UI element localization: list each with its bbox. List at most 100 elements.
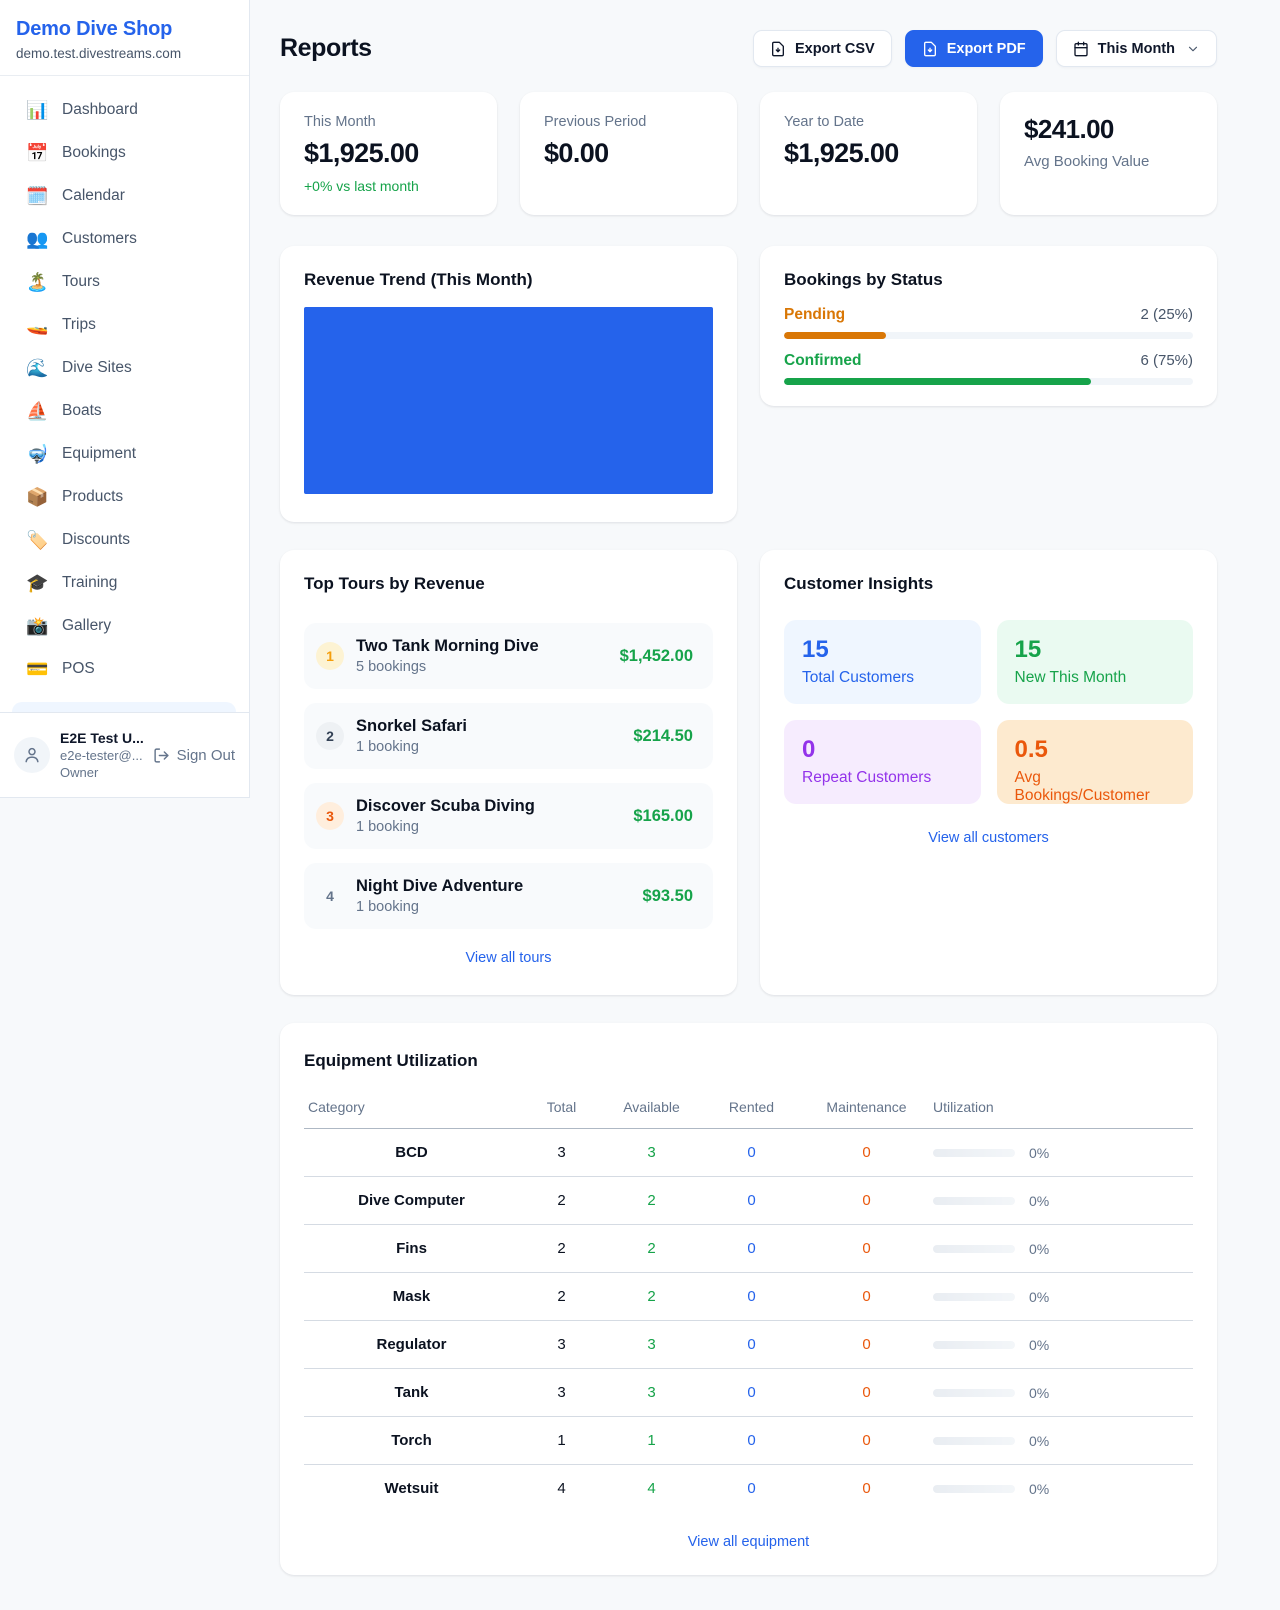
stat-delta: +0% vs last month bbox=[304, 178, 473, 194]
sidebar-item-gallery[interactable]: 📸 Gallery bbox=[0, 604, 249, 647]
sailboat-icon: ⛵ bbox=[26, 402, 48, 420]
stat-label: Avg Booking Value bbox=[1024, 153, 1193, 170]
table-row: Dive Computer 2 2 0 0 0% bbox=[304, 1177, 1193, 1225]
cell-total: 3 bbox=[519, 1129, 604, 1177]
sidebar-item-label: Customers bbox=[62, 230, 137, 248]
cell-maintenance: 0 bbox=[804, 1273, 929, 1321]
equipment-table: Category Total Available Rented Maintena… bbox=[304, 1089, 1193, 1513]
file-download-icon bbox=[770, 41, 786, 57]
status-value: 6 (75%) bbox=[1140, 352, 1193, 369]
tour-name: Night Dive Adventure bbox=[356, 877, 631, 896]
sidebar-item-label: Dashboard bbox=[62, 101, 138, 119]
tour-amount: $1,452.00 bbox=[620, 647, 693, 666]
sidebar-item-label: Dive Sites bbox=[62, 359, 132, 377]
cell-available: 2 bbox=[604, 1273, 699, 1321]
status-label: Pending bbox=[784, 306, 845, 324]
tour-row[interactable]: 3 Discover Scuba Diving 1 booking $165.0… bbox=[304, 783, 713, 849]
export-csv-button[interactable]: Export CSV bbox=[753, 30, 892, 67]
cell-available: 3 bbox=[604, 1129, 699, 1177]
sidebar-item-customers[interactable]: 👥 Customers bbox=[0, 217, 249, 260]
cell-maintenance: 0 bbox=[804, 1321, 929, 1369]
tile-value: 0 bbox=[802, 736, 963, 764]
page-title: Reports bbox=[280, 34, 372, 63]
tag-icon: 🏷️ bbox=[26, 531, 48, 549]
equipment-utilization-title: Equipment Utilization bbox=[304, 1051, 1193, 1071]
sidebar-item-trips[interactable]: 🚤 Trips bbox=[0, 303, 249, 346]
cell-rented: 0 bbox=[699, 1129, 804, 1177]
calendar-date-icon: 📅 bbox=[26, 144, 48, 162]
sidebar-item-dive-sites[interactable]: 🌊 Dive Sites bbox=[0, 346, 249, 389]
utilization-bar bbox=[933, 1197, 1015, 1205]
tile-label: New This Month bbox=[1015, 669, 1176, 687]
tile-value: 15 bbox=[1015, 636, 1176, 664]
speedboat-icon: 🚤 bbox=[26, 316, 48, 334]
island-icon: 🏝️ bbox=[26, 273, 48, 291]
column-header-category: Category bbox=[304, 1089, 519, 1129]
sidebar-item-equipment[interactable]: 🤿 Equipment bbox=[0, 432, 249, 475]
export-pdf-button[interactable]: Export PDF bbox=[905, 30, 1043, 67]
sidebar-item-label: Discounts bbox=[62, 531, 130, 549]
logout-icon bbox=[153, 747, 170, 764]
cell-category: Torch bbox=[304, 1417, 519, 1465]
cell-rented: 0 bbox=[699, 1225, 804, 1273]
stats-row: This Month $1,925.00 +0% vs last month P… bbox=[280, 92, 1217, 215]
utilization-percent: 0% bbox=[1029, 1289, 1049, 1305]
stat-label: This Month bbox=[304, 114, 473, 130]
confirmed-progress-bar bbox=[784, 378, 1193, 385]
cell-available: 2 bbox=[604, 1225, 699, 1273]
view-all-equipment-link[interactable]: View all equipment bbox=[304, 1534, 1193, 1550]
tour-list: 1 Two Tank Morning Dive 5 bookings $1,45… bbox=[304, 623, 713, 929]
view-all-tours-link[interactable]: View all tours bbox=[304, 950, 713, 966]
calendar-icon bbox=[1073, 41, 1089, 57]
bookings-status-title: Bookings by Status bbox=[784, 270, 1193, 290]
cell-available: 3 bbox=[604, 1321, 699, 1369]
sidebar-item-tours[interactable]: 🏝️ Tours bbox=[0, 260, 249, 303]
cell-total: 1 bbox=[519, 1417, 604, 1465]
cell-maintenance: 0 bbox=[804, 1369, 929, 1417]
sign-out-button[interactable]: Sign Out bbox=[153, 747, 235, 764]
tour-row[interactable]: 4 Night Dive Adventure 1 booking $93.50 bbox=[304, 863, 713, 929]
view-all-customers-link[interactable]: View all customers bbox=[784, 830, 1193, 846]
cell-total: 2 bbox=[519, 1273, 604, 1321]
cell-total: 3 bbox=[519, 1321, 604, 1369]
sidebar-nav: 📊 Dashboard 📅 Bookings 🗓️ Calendar 👥 Cus… bbox=[0, 76, 249, 690]
sidebar-item-label: Trips bbox=[62, 316, 96, 334]
sidebar-item-discounts[interactable]: 🏷️ Discounts bbox=[0, 518, 249, 561]
tile-label: Repeat Customers bbox=[802, 769, 963, 787]
revenue-trend-title: Revenue Trend (This Month) bbox=[304, 270, 713, 290]
cell-maintenance: 0 bbox=[804, 1417, 929, 1465]
table-row: Torch 1 1 0 0 0% bbox=[304, 1417, 1193, 1465]
table-row: Tank 3 3 0 0 0% bbox=[304, 1369, 1193, 1417]
cell-rented: 0 bbox=[699, 1321, 804, 1369]
sidebar-item-bookings[interactable]: 📅 Bookings bbox=[0, 131, 249, 174]
tour-row[interactable]: 1 Two Tank Morning Dive 5 bookings $1,45… bbox=[304, 623, 713, 689]
main-content: Reports Export CSV Export PDF This Month… bbox=[280, 0, 1217, 1575]
sidebar-item-dashboard[interactable]: 📊 Dashboard bbox=[0, 88, 249, 131]
tour-amount: $214.50 bbox=[633, 727, 693, 746]
bookings-by-status-card: Bookings by Status Pending 2 (25%) Confi… bbox=[760, 246, 1217, 406]
sidebar-item-calendar[interactable]: 🗓️ Calendar bbox=[0, 174, 249, 217]
sidebar-item-label: Equipment bbox=[62, 445, 136, 463]
period-dropdown[interactable]: This Month bbox=[1056, 30, 1217, 67]
cell-total: 4 bbox=[519, 1465, 604, 1513]
wave-icon: 🌊 bbox=[26, 359, 48, 377]
sidebar-item-label: Products bbox=[62, 488, 123, 506]
rank-badge: 1 bbox=[316, 642, 344, 670]
file-download-icon bbox=[922, 41, 938, 57]
table-row: BCD 3 3 0 0 0% bbox=[304, 1129, 1193, 1177]
shop-name: Demo Dive Shop bbox=[16, 18, 233, 41]
sidebar-item-boats[interactable]: ⛵ Boats bbox=[0, 389, 249, 432]
user-email: e2e-tester@... bbox=[60, 748, 143, 763]
stat-value: $0.00 bbox=[544, 138, 713, 169]
rank-badge: 2 bbox=[316, 722, 344, 750]
table-row: Mask 2 2 0 0 0% bbox=[304, 1273, 1193, 1321]
tour-row[interactable]: 2 Snorkel Safari 1 booking $214.50 bbox=[304, 703, 713, 769]
sidebar-item-training[interactable]: 🎓 Training bbox=[0, 561, 249, 604]
sidebar-active-item-partial[interactable] bbox=[12, 702, 236, 712]
sidebar-item-pos[interactable]: 💳 POS bbox=[0, 647, 249, 690]
sidebar-item-products[interactable]: 📦 Products bbox=[0, 475, 249, 518]
status-value: 2 (25%) bbox=[1140, 306, 1193, 323]
status-label: Confirmed bbox=[784, 352, 862, 370]
tile-repeat-customers: 0 Repeat Customers bbox=[784, 720, 981, 804]
utilization-bar bbox=[933, 1341, 1015, 1349]
